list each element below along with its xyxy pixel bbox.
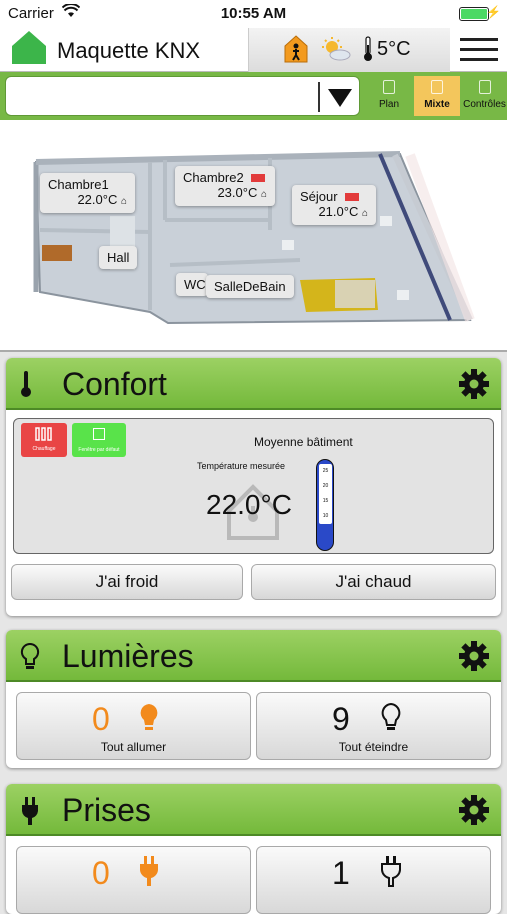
thermometer-icon bbox=[364, 36, 372, 61]
gear-icon[interactable] bbox=[458, 640, 490, 672]
app-title: Maquette KNX bbox=[57, 38, 201, 63]
lumieres-header: Lumières bbox=[6, 630, 501, 682]
room-select[interactable] bbox=[5, 76, 360, 116]
hot-button-label: J'ai chaud bbox=[335, 572, 412, 591]
window-mode-button[interactable]: Fenêtre par défaut bbox=[72, 423, 126, 457]
lumieres-card: Lumières 0 Tout allumer 9 Tout éteindre bbox=[6, 630, 501, 768]
cold-button[interactable]: J'ai froid bbox=[11, 564, 243, 600]
gauge-tick: 25 bbox=[322, 468, 329, 474]
plug-on-icon bbox=[140, 856, 158, 886]
radiator-icon bbox=[345, 193, 360, 201]
room-name: SalleDeBain bbox=[214, 279, 286, 294]
prises-card: Prises 0 1 bbox=[6, 784, 501, 914]
light-bulb-on-icon bbox=[140, 704, 158, 730]
all-plugs-on-button[interactable]: 0 bbox=[16, 846, 251, 914]
average-label: Moyenne bâtiment bbox=[254, 435, 353, 449]
select-divider bbox=[318, 82, 320, 112]
hamburger-menu-icon[interactable] bbox=[460, 32, 498, 68]
room-hall[interactable]: Hall bbox=[99, 246, 138, 269]
controles-icon bbox=[478, 80, 491, 94]
status-bar: Carrier 10:55 AM ⚡ bbox=[0, 0, 507, 28]
gauge-tick: 10 bbox=[322, 513, 329, 519]
gear-icon[interactable] bbox=[458, 368, 490, 400]
all-lights-on-button[interactable]: 0 Tout allumer bbox=[16, 692, 251, 760]
home-icon: ⌂ bbox=[120, 196, 127, 207]
room-name: Chambre2 bbox=[183, 170, 244, 185]
cold-button-label: J'ai froid bbox=[95, 572, 159, 591]
tab-controles[interactable]: Contrôles bbox=[462, 76, 507, 116]
room-temperature: 22.0°C bbox=[77, 192, 118, 207]
room-chambre1[interactable]: Chambre1 22.0°C ⌂ bbox=[40, 173, 135, 213]
room-name: WC bbox=[184, 277, 206, 292]
plug-icon bbox=[22, 797, 38, 825]
prises-header: Prises bbox=[6, 784, 501, 836]
all-lights-on-label: Tout allumer bbox=[100, 740, 167, 754]
gauge-tick: 15 bbox=[322, 498, 329, 504]
room-name: Séjour bbox=[300, 189, 338, 204]
gear-icon[interactable] bbox=[458, 794, 490, 826]
lumieres-title: Lumières bbox=[62, 638, 194, 674]
light-bulb-icon bbox=[20, 642, 40, 669]
light-bulb-off-icon bbox=[381, 703, 401, 730]
plan-icon bbox=[383, 80, 395, 94]
measured-temperature: 22.0°C bbox=[206, 489, 292, 520]
floor-plan-drawing bbox=[33, 151, 475, 325]
tab-plan-label: Plan bbox=[378, 99, 399, 110]
weather-sun-cloud-icon bbox=[322, 37, 351, 61]
home-icon[interactable] bbox=[10, 28, 48, 66]
thermometer-icon bbox=[21, 371, 31, 397]
window-mode-label: Fenêtre par défaut bbox=[78, 447, 120, 453]
confort-panel: Chauffage Fenêtre par défaut Moyenne bât… bbox=[13, 418, 494, 554]
hot-button[interactable]: J'ai chaud bbox=[251, 564, 496, 600]
room-temperature: 21.0°C bbox=[318, 204, 359, 219]
radiator-icon bbox=[35, 427, 52, 441]
all-lights-off-label: Tout éteindre bbox=[338, 740, 409, 754]
dropdown-arrow-icon[interactable] bbox=[328, 89, 352, 107]
presence-alert-icon[interactable] bbox=[283, 34, 309, 64]
room-wc[interactable]: WC bbox=[176, 273, 208, 296]
mixte-icon bbox=[431, 80, 443, 94]
room-sejour[interactable]: Séjour 21.0°C ⌂ bbox=[292, 185, 376, 225]
tab-controles-label: Contrôles bbox=[463, 99, 506, 110]
window-icon bbox=[93, 428, 105, 440]
home-icon: ⌂ bbox=[260, 189, 267, 200]
app-header: Maquette KNX 5°C bbox=[0, 28, 507, 72]
floor-plan[interactable]: Chambre1 22.0°C ⌂ Chambre2 23.0°C ⌂ Séjo… bbox=[0, 120, 507, 352]
room-name: Chambre1 bbox=[48, 177, 109, 192]
room-chambre2[interactable]: Chambre2 23.0°C ⌂ bbox=[175, 166, 275, 206]
plug-off-icon bbox=[381, 856, 401, 887]
lights-off-count: 9 bbox=[332, 701, 350, 737]
outdoor-temperature: 5°C bbox=[377, 38, 411, 60]
room-name: Hall bbox=[107, 250, 130, 265]
tab-plan[interactable]: Plan bbox=[366, 76, 412, 116]
all-plugs-off-button[interactable]: 1 bbox=[256, 846, 491, 914]
prises-title: Prises bbox=[62, 792, 151, 828]
all-lights-off-button[interactable]: 9 Tout éteindre bbox=[256, 692, 491, 760]
lights-on-count: 0 bbox=[92, 701, 110, 737]
clock: 10:55 AM bbox=[220, 5, 287, 22]
room-temperature: 23.0°C bbox=[217, 185, 258, 200]
tab-mixte-label: Mixte bbox=[424, 99, 450, 110]
confort-title: Confort bbox=[62, 366, 167, 402]
heating-mode-label: Chauffage bbox=[32, 446, 56, 452]
gauge-tick: 20 bbox=[322, 483, 329, 489]
room-salledebain[interactable]: SalleDeBain bbox=[206, 275, 294, 298]
battery-icon bbox=[459, 7, 489, 21]
temperature-gauge: 25 20 15 10 bbox=[316, 459, 334, 551]
plugs-off-count: 1 bbox=[332, 855, 350, 891]
radiator-icon bbox=[251, 174, 266, 182]
confort-card: Confort Chauffage Fenêtre par défaut Moy… bbox=[6, 358, 501, 616]
plugs-on-count: 0 bbox=[92, 855, 110, 891]
home-icon: ⌂ bbox=[361, 208, 368, 219]
heating-mode-button[interactable]: Chauffage bbox=[21, 423, 67, 457]
confort-header: Confort bbox=[6, 358, 501, 410]
measured-label: Température mesurée bbox=[197, 461, 286, 471]
view-toolbar: Plan Mixte Contrôles bbox=[0, 72, 507, 120]
tab-mixte[interactable]: Mixte bbox=[414, 76, 460, 116]
charging-icon: ⚡ bbox=[486, 5, 501, 19]
